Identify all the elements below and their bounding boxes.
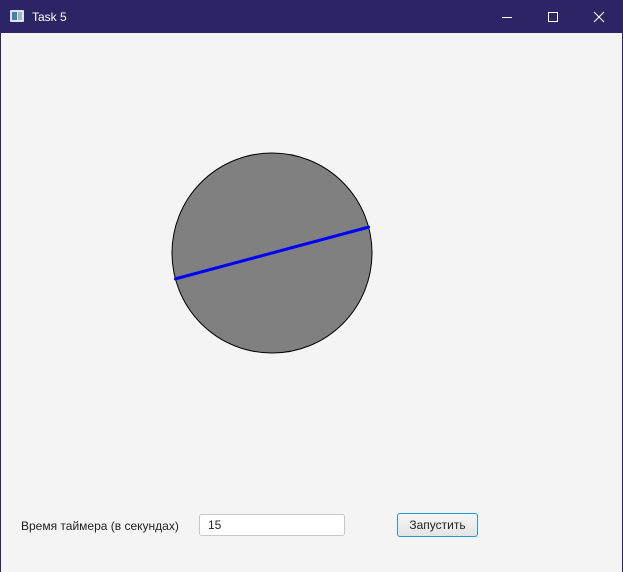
maximize-button[interactable] [530, 0, 576, 33]
minimize-icon [502, 16, 512, 18]
start-button[interactable]: Запустить [397, 513, 478, 537]
app-icon [10, 10, 24, 22]
drawing-canvas [171, 152, 373, 354]
client-area: Время таймера (в секундах) Запустить [1, 33, 622, 572]
app-window: Task 5 Время таймера (в секундах) Запуст… [0, 0, 623, 572]
title-bar[interactable]: Task 5 [1, 0, 622, 33]
close-icon [593, 11, 605, 22]
timer-seconds-input[interactable] [199, 514, 345, 536]
close-button[interactable] [576, 0, 622, 33]
minimize-button[interactable] [484, 0, 530, 33]
maximize-icon [548, 11, 558, 22]
timer-label: Время таймера (в секундах) [21, 519, 179, 533]
window-title: Task 5 [32, 10, 67, 24]
